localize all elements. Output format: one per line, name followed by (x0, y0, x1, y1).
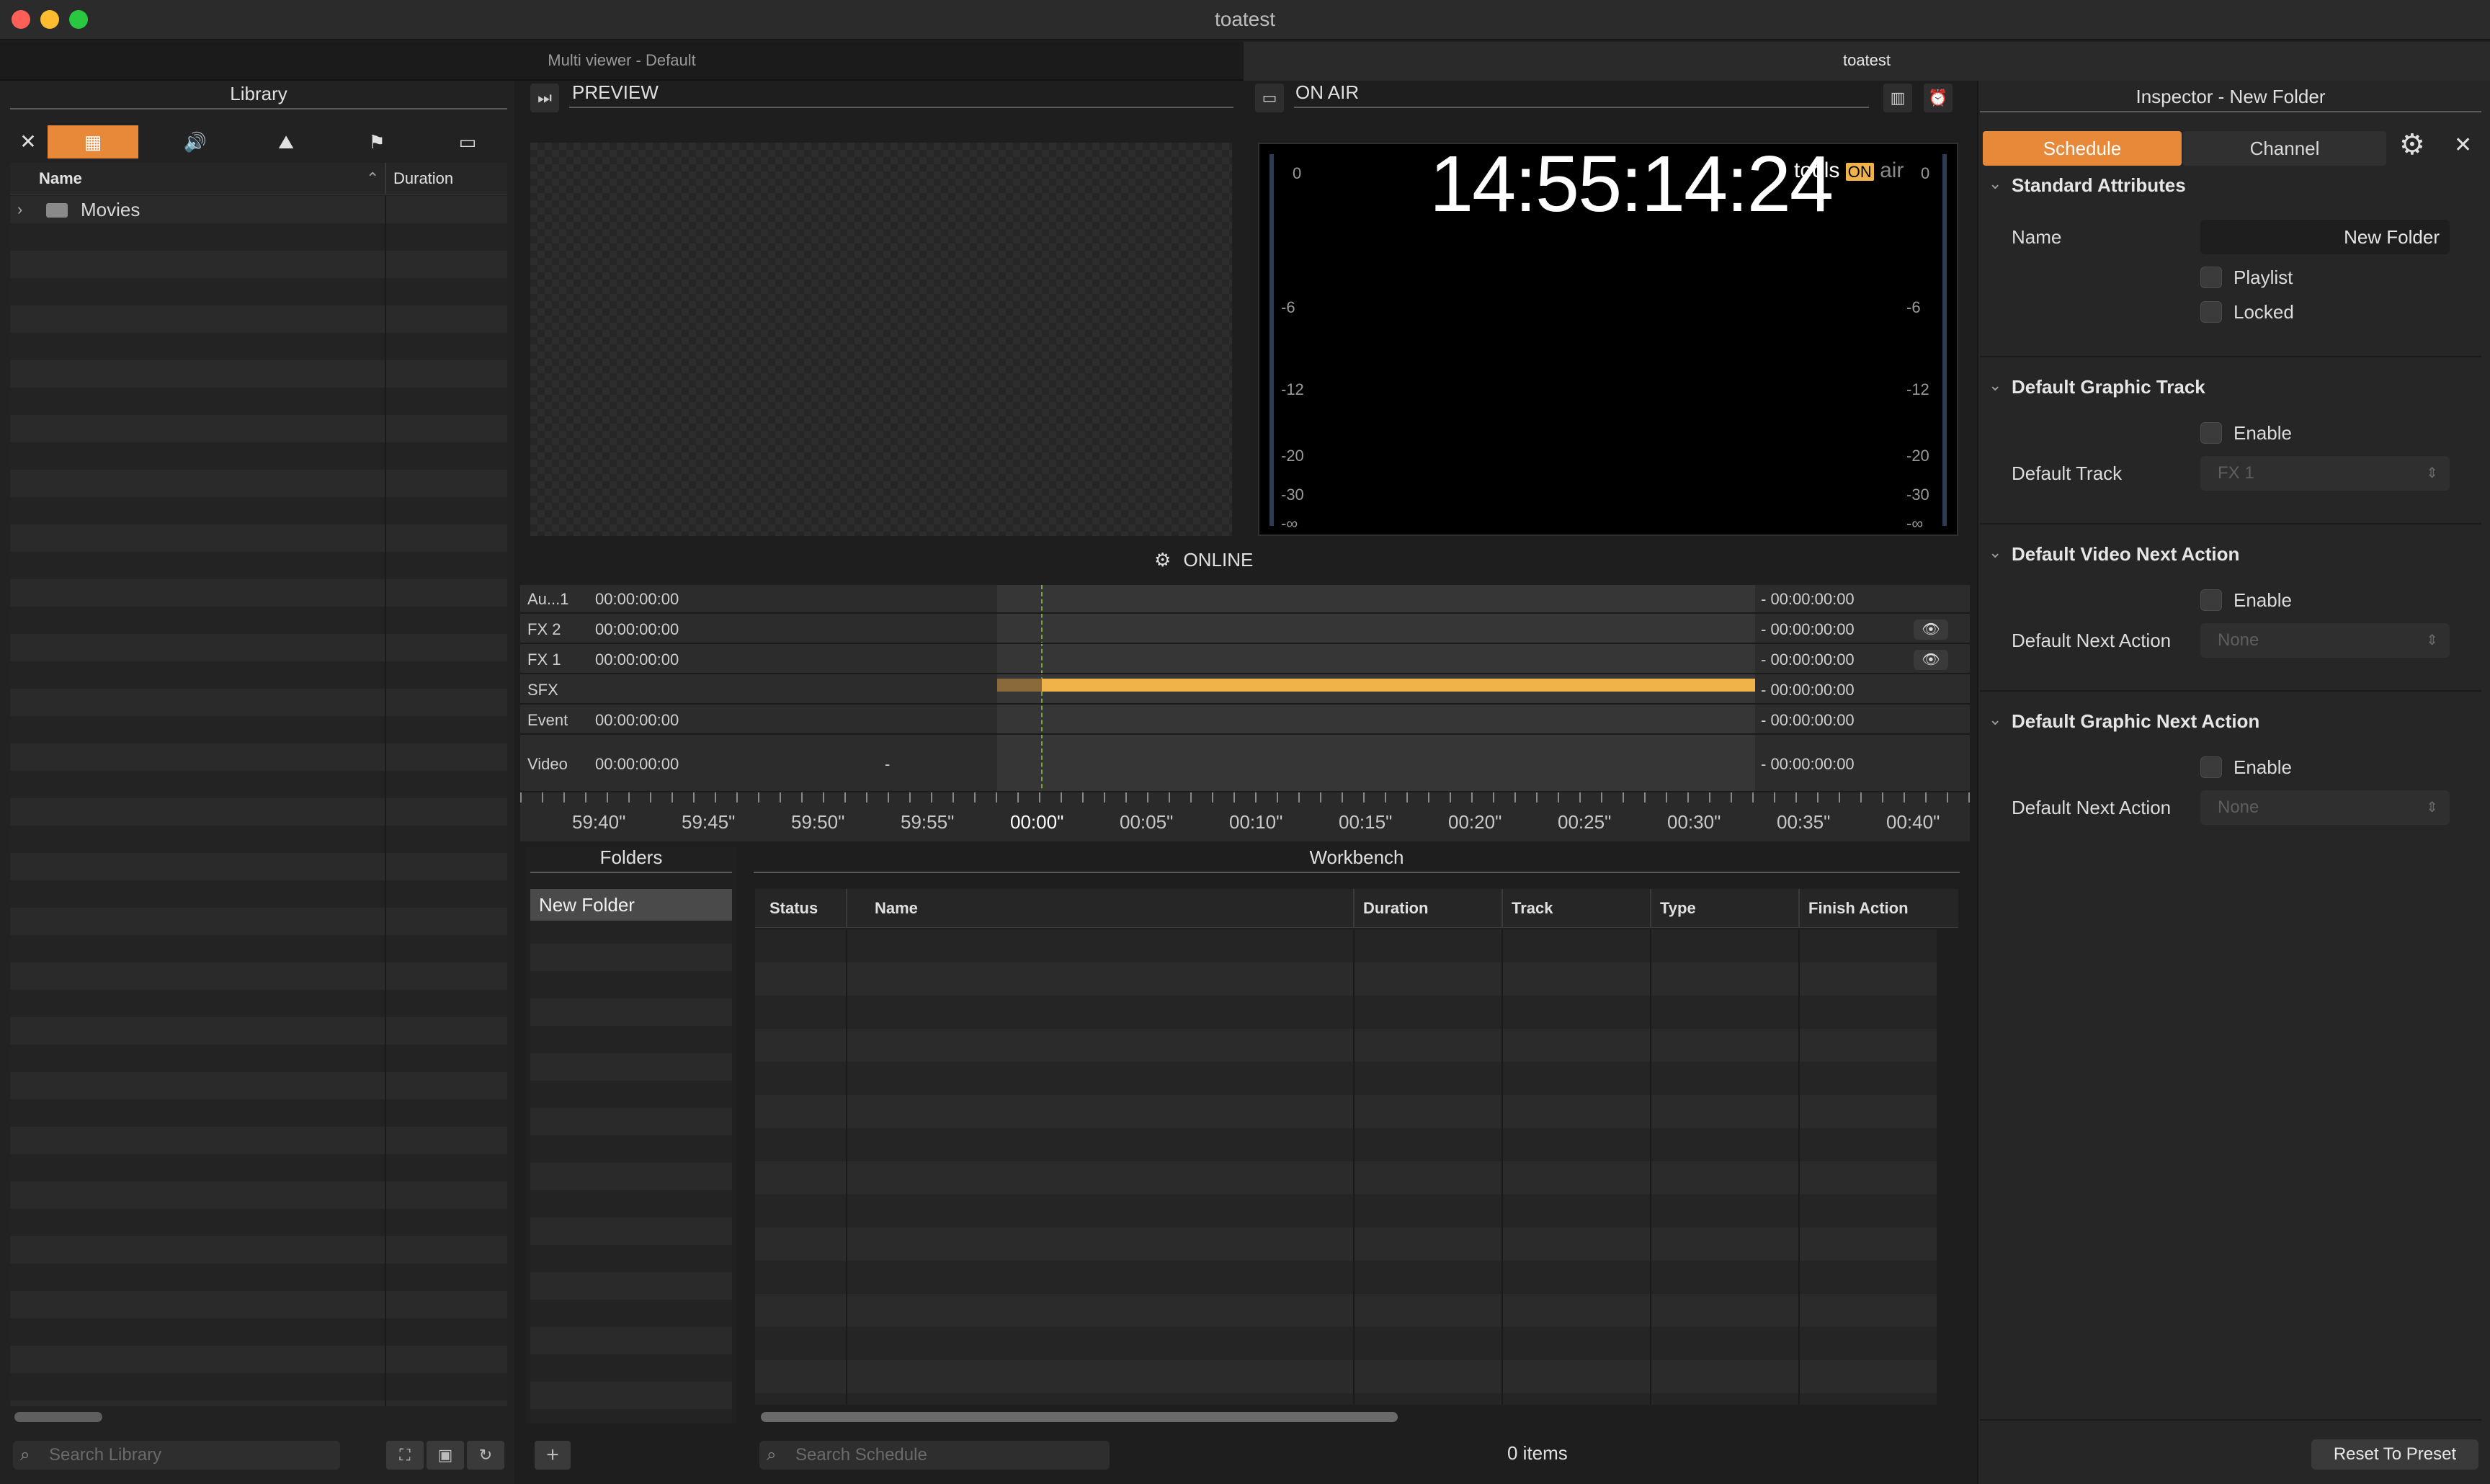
timeline-ruler[interactable]: 59:40" 59:45" 59:50" 59:55" 00:00" 00:05… (520, 792, 1970, 841)
workbench-list (755, 929, 1937, 1405)
graphic-track-enable-checkbox[interactable] (2200, 422, 2222, 444)
track-row-event[interactable]: Event 00:00:00:00 - 00:00:00:00 (520, 706, 1970, 735)
onair-clock: 14:55:14:24 (1429, 140, 1834, 228)
preview-title: PREVIEW (569, 78, 1233, 108)
column-duration[interactable]: Duration (1363, 889, 1428, 928)
section-default-graphic-next-action[interactable]: Default Graphic Next Action (2012, 710, 2259, 733)
library-scrollbar[interactable] (14, 1412, 102, 1422)
track-row-video[interactable]: Video 00:00:00:00 - - 00:00:00:00 (520, 736, 1970, 792)
library-list: › Movies (10, 196, 507, 1406)
graphic-next-enable-checkbox[interactable] (2200, 756, 2222, 778)
locked-checkbox[interactable] (2200, 301, 2222, 323)
inspector-panel (1977, 81, 2490, 1484)
search-icon: ⌕ (20, 1445, 30, 1465)
calendar-icon[interactable]: ▭ (1255, 84, 1284, 112)
column-name[interactable]: Name (39, 163, 82, 195)
workbench-table-header: Status Name Duration Track Type Finish A… (755, 889, 1958, 928)
column-name[interactable]: Name (875, 889, 918, 928)
chevron-down-icon[interactable]: ⌄ (1989, 376, 2002, 395)
schedule-search-input[interactable]: ⌕ Search Schedule (759, 1441, 1110, 1470)
video-next-action-select[interactable]: None ⇕ (2200, 623, 2450, 658)
tab-multi-viewer[interactable]: Multi viewer - Default (0, 42, 1244, 81)
video-next-enable-checkbox[interactable] (2200, 589, 2222, 611)
stepper-icon: ⇕ (2426, 800, 2438, 815)
preview-viewer (530, 143, 1232, 536)
alarm-icon[interactable]: ⏰ (1924, 84, 1953, 112)
reset-to-preset-button[interactable]: Reset To Preset (2311, 1439, 2478, 1470)
library-table-header: Name ⌃ Duration (10, 163, 507, 195)
speaker-icon[interactable]: 🔊 (150, 125, 241, 158)
status-online: ⚙ ONLINE (1154, 549, 1254, 571)
audio-meter-left (1269, 154, 1274, 526)
refresh-icon[interactable]: ↻ (467, 1441, 504, 1470)
track-row-sfx[interactable]: SFX - 00:00:00:00 (520, 676, 1970, 705)
image-icon[interactable]: ▣ (427, 1441, 464, 1470)
search-icon: ⌕ (767, 1445, 777, 1465)
library-toolbar: ✕ ▦ 🔊 ⛰ ⚑ ▭ (10, 122, 507, 160)
items-count: 0 items (1507, 1442, 1568, 1464)
chevron-down-icon[interactable]: ⌄ (1989, 543, 2002, 562)
onair-viewer: 0 -6 -12 -20 -30 -∞ 0 -6 -12 -20 -30 -∞ … (1258, 140, 1958, 536)
workbench-scrollbar[interactable] (761, 1412, 1398, 1422)
tools-on-air-logo: tools ON air (1794, 158, 1904, 182)
tab-channel[interactable]: Channel (2183, 131, 2386, 166)
section-default-video-next-action[interactable]: Default Video Next Action (2012, 543, 2239, 566)
window-tab-bar: Multi viewer - Default toatest (0, 42, 2490, 81)
default-track-select[interactable]: FX 1 ⇕ (2200, 456, 2450, 491)
inspector-title: Inspector - New Folder (1980, 82, 2481, 112)
column-status[interactable]: Status (769, 889, 818, 928)
stepper-icon: ⇕ (2426, 465, 2438, 481)
column-duration[interactable]: Duration (393, 163, 453, 195)
graphic-next-action-select[interactable]: None ⇕ (2200, 790, 2450, 825)
mountain-icon[interactable]: ⛰ (241, 125, 331, 158)
flag-icon[interactable]: ⚑ (331, 125, 422, 158)
playlist-checkbox[interactable] (2200, 267, 2222, 288)
column-finish-action[interactable]: Finish Action (1808, 889, 1909, 928)
bar-chart-icon[interactable]: ▥ (1883, 84, 1912, 112)
chevron-right-icon[interactable]: › (17, 196, 22, 223)
fit-icon[interactable]: ⛶ (386, 1441, 424, 1470)
stepper-icon: ⇕ (2426, 633, 2438, 648)
sort-ascending-icon[interactable]: ⌃ (366, 163, 379, 195)
column-type[interactable]: Type (1660, 889, 1696, 928)
tab-schedule[interactable]: Schedule (1983, 131, 2182, 166)
play-next-icon[interactable]: ⏭ (530, 84, 559, 112)
chevron-down-icon[interactable]: ⌄ (1989, 174, 2002, 193)
onair-title: ON AIR (1294, 78, 1869, 108)
add-folder-button[interactable]: + (535, 1441, 571, 1470)
section-standard-attributes[interactable]: Standard Attributes (2012, 174, 2186, 197)
workbench-title: Workbench (754, 843, 1960, 873)
library-search-input[interactable]: ⌕ Search Library (13, 1441, 340, 1470)
folders-list: New Folder (530, 889, 732, 1423)
list-item[interactable]: › Movies (10, 196, 507, 223)
folders-title: Folders (530, 843, 732, 873)
chevron-down-icon[interactable]: ⌄ (1989, 710, 2002, 729)
gear-icon[interactable]: ⚙ (2399, 128, 2425, 161)
track-row-fx1[interactable]: FX 1 00:00:00:00 - 00:00:00:00 👁 (520, 645, 1970, 674)
close-icon[interactable]: ✕ (10, 125, 46, 158)
film-icon[interactable]: ▦ (48, 125, 138, 158)
window-icon[interactable]: ▭ (422, 125, 513, 158)
folder-item[interactable]: New Folder (530, 889, 732, 921)
eye-icon[interactable]: 👁 (1914, 650, 1948, 670)
name-field[interactable]: New Folder (2200, 220, 2450, 254)
window-title: toatest (1214, 8, 1276, 30)
tab-toatest[interactable]: toatest (1244, 42, 2490, 81)
folder-icon (46, 203, 68, 218)
eye-icon[interactable]: 👁 (1914, 620, 1948, 640)
library-item-name: Movies (81, 199, 140, 220)
audio-meter-right (1942, 154, 1947, 526)
sfx-clip-start[interactable] (997, 679, 1042, 692)
column-track[interactable]: Track (1512, 889, 1553, 928)
section-default-graphic-track[interactable]: Default Graphic Track (2012, 376, 2205, 398)
sfx-clip[interactable] (1042, 679, 1755, 692)
track-row-audio[interactable]: Au...1 00:00:00:00 - 00:00:00:00 (520, 585, 1970, 614)
library-title: Library (10, 79, 507, 109)
gears-icon: ⚙ (1154, 549, 1172, 571)
track-row-fx2[interactable]: FX 2 00:00:00:00 - 00:00:00:00 👁 (520, 615, 1970, 644)
close-icon[interactable]: ✕ (2454, 133, 2472, 158)
